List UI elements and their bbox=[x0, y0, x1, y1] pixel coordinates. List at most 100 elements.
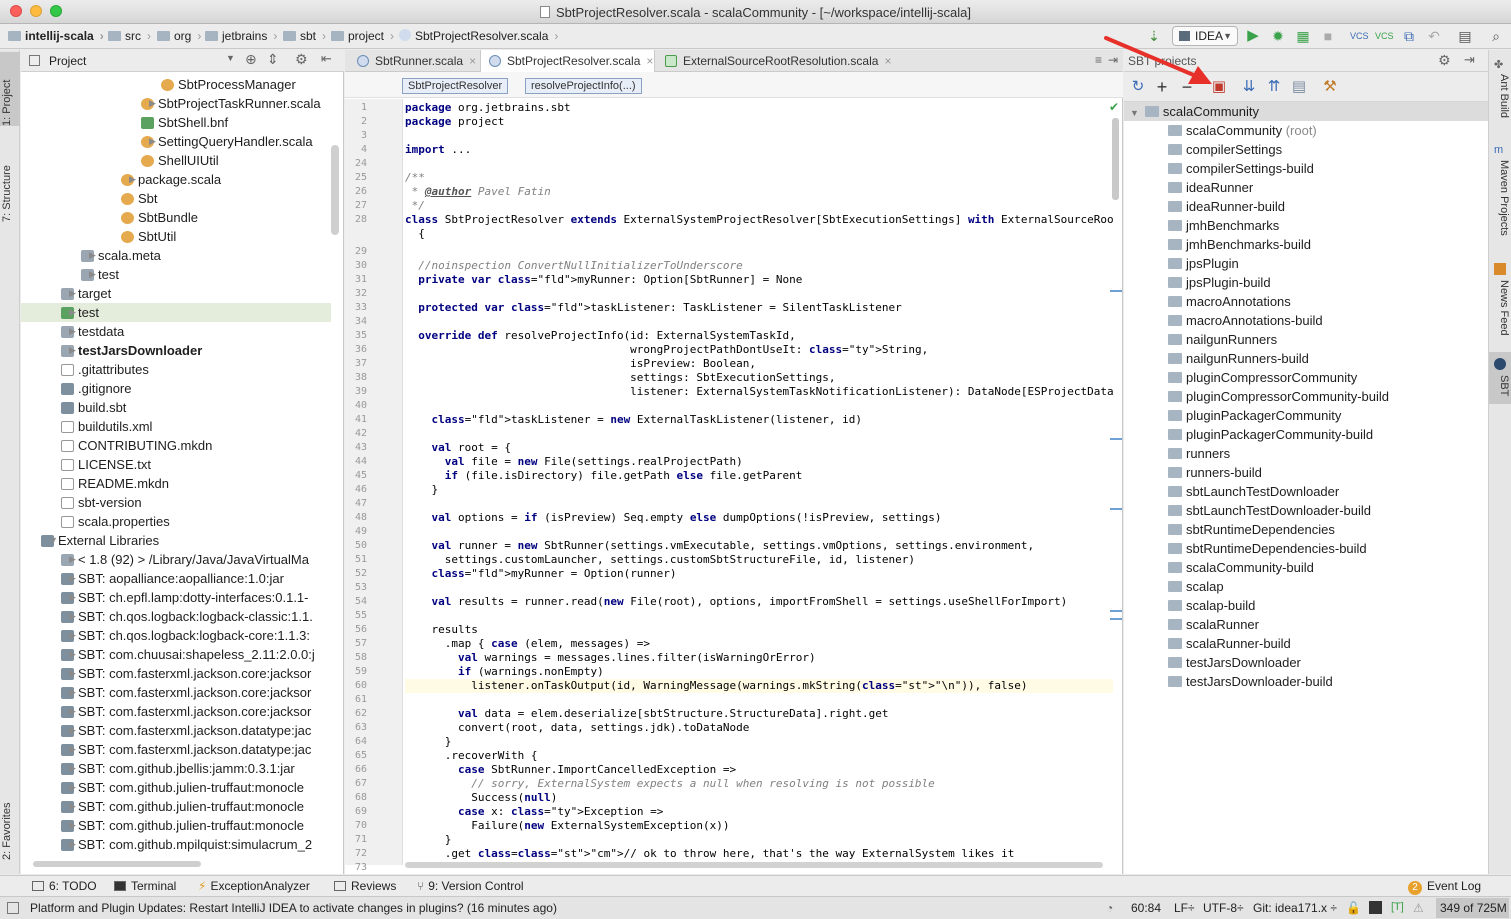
crumb-method[interactable]: resolveProjectInfo(...) bbox=[525, 78, 642, 94]
typeaware-icon[interactable]: [T] bbox=[1391, 901, 1404, 913]
editor-hscrollbar[interactable] bbox=[405, 862, 1103, 868]
project-tree-item[interactable]: SbtBundle bbox=[21, 208, 331, 227]
project-tree-item[interactable]: ▶ SBT: com.fasterxml.jackson.core:jacksor bbox=[21, 683, 331, 702]
breadcrumb-src[interactable]: src › bbox=[108, 29, 151, 43]
debug-icon[interactable]: ✹ bbox=[1269, 27, 1287, 45]
chevron-right-icon[interactable]: ▶ bbox=[69, 664, 76, 683]
tab-favorites[interactable]: 2: Favorites bbox=[1, 780, 19, 860]
sbt-project-item[interactable]: macroAnnotations bbox=[1168, 292, 1291, 311]
settings-icon[interactable]: ⚒ bbox=[1321, 78, 1339, 96]
chevron-right-icon[interactable]: ▶ bbox=[89, 246, 96, 265]
chevron-right-icon[interactable]: ▶ bbox=[69, 284, 76, 303]
sbt-project-item[interactable]: sbtLaunchTestDownloader-build bbox=[1168, 501, 1371, 520]
project-tree-scrollbar[interactable] bbox=[331, 145, 339, 235]
chevron-right-icon[interactable]: ▶ bbox=[149, 132, 156, 151]
project-tree-item[interactable]: ▶ SBT: com.fasterxml.jackson.core:jacksor bbox=[21, 702, 331, 721]
project-tree-item[interactable]: SbtShell.bnf bbox=[21, 113, 331, 132]
project-tree-item[interactable]: ▶ test bbox=[21, 265, 331, 284]
sbt-project-item[interactable]: sbtRuntimeDependencies-build bbox=[1168, 539, 1367, 558]
code-area[interactable]: package org.jetbrains.sbt package project… bbox=[405, 99, 1113, 865]
sbt-project-item[interactable]: pluginCompressorCommunity-build bbox=[1168, 387, 1389, 406]
sbt-project-item[interactable]: ideaRunner bbox=[1168, 178, 1253, 197]
tab-sbtprojectresolver[interactable]: SbtProjectResolver.scala × bbox=[480, 50, 655, 72]
project-tree-item[interactable]: Sbt bbox=[21, 189, 331, 208]
chevron-right-icon[interactable]: ▶ bbox=[69, 303, 76, 322]
tab-sbtrunner[interactable]: SbtRunner.scala × bbox=[349, 50, 479, 72]
sbt-root-node[interactable]: ▼ scalaCommunity bbox=[1130, 102, 1259, 121]
project-tree-item[interactable]: ▶ package.scala bbox=[21, 170, 331, 189]
line-separator[interactable]: LF÷ bbox=[1174, 901, 1195, 915]
vcs-commit-icon[interactable]: VCS bbox=[1375, 27, 1394, 45]
project-tree-item[interactable]: ▶ SBT: com.fasterxml.jackson.datatype:jac bbox=[21, 721, 331, 740]
file-encoding[interactable]: UTF-8÷ bbox=[1203, 901, 1244, 915]
chevron-right-icon[interactable]: ▶ bbox=[69, 816, 76, 835]
project-tree-item[interactable]: ▶ testdata bbox=[21, 322, 331, 341]
project-tree-item[interactable]: SbtUtil bbox=[21, 227, 331, 246]
chevron-right-icon[interactable]: ▶ bbox=[69, 626, 76, 645]
editor-vscrollbar[interactable] bbox=[1112, 118, 1119, 200]
chevron-right-icon[interactable]: ▶ bbox=[89, 265, 96, 284]
chevron-right-icon[interactable]: ▶ bbox=[69, 322, 76, 341]
chevron-right-icon[interactable]: ▶ bbox=[69, 550, 76, 569]
project-tree-item[interactable]: ▶ testJarsDownloader bbox=[21, 341, 331, 360]
project-tree-item[interactable]: ▶ target bbox=[21, 284, 331, 303]
project-tree-item[interactable]: CONTRIBUTING.mkdn bbox=[21, 436, 331, 455]
sbt-project-item[interactable]: pluginPackagerCommunity bbox=[1168, 406, 1341, 425]
sbt-project-item[interactable]: sbtLaunchTestDownloader bbox=[1168, 482, 1339, 501]
project-tree-item[interactable]: scala.properties bbox=[21, 512, 331, 531]
sbt-project-item[interactable]: compilerSettings bbox=[1168, 140, 1282, 159]
chevron-right-icon[interactable]: ▶ bbox=[69, 835, 76, 854]
tab-project[interactable]: 1: Project bbox=[1, 56, 19, 126]
expand-all-icon[interactable]: ⇊ bbox=[1240, 78, 1258, 96]
sbt-project-item[interactable]: scalaCommunity-build bbox=[1168, 558, 1314, 577]
chevron-right-icon[interactable]: ▶ bbox=[69, 588, 76, 607]
sbt-project-item[interactable]: testJarsDownloader-build bbox=[1168, 672, 1333, 691]
chevron-right-icon[interactable]: ▶ bbox=[69, 702, 76, 721]
chevron-right-icon[interactable]: ▶ bbox=[69, 341, 76, 360]
vcs-update-icon[interactable]: VCS bbox=[1350, 27, 1369, 45]
project-tree-item[interactable]: buildutils.xml bbox=[21, 417, 331, 436]
tab-event-log[interactable]: 2 Event Log bbox=[1408, 879, 1481, 895]
project-tree-item[interactable]: ▼ External Libraries bbox=[21, 531, 331, 550]
tab-exception-analyzer[interactable]: ⚡ ExceptionAnalyzer bbox=[198, 879, 310, 893]
project-tree-item[interactable]: ▶ SBT: ch.qos.logback:logback-core:1.1.3: bbox=[21, 626, 331, 645]
sbt-project-item[interactable]: jmhBenchmarks bbox=[1168, 216, 1279, 235]
group-modules-icon[interactable]: ▤ bbox=[1290, 78, 1308, 96]
sbt-project-item[interactable]: pluginCompressorCommunity bbox=[1168, 368, 1357, 387]
sbt-project-item[interactable]: scalap bbox=[1168, 577, 1224, 596]
sbt-project-item[interactable]: scalaCommunity (root) bbox=[1168, 121, 1317, 140]
project-tree-item[interactable]: sbt-version bbox=[21, 493, 331, 512]
chevron-right-icon[interactable]: ▶ bbox=[69, 740, 76, 759]
sbt-project-item[interactable]: pluginPackagerCommunity-build bbox=[1168, 425, 1373, 444]
coverage-icon[interactable]: ▦ bbox=[1294, 27, 1312, 45]
gear-icon[interactable]: ⚙ bbox=[295, 51, 308, 68]
tab-todo[interactable]: 6: TODO bbox=[32, 879, 97, 893]
breadcrumb-jetbrains[interactable]: jetbrains › bbox=[205, 29, 277, 43]
tab-externalsourcerootresolution[interactable]: ExternalSourceRootResolution.scala × bbox=[657, 50, 891, 72]
chevron-right-icon[interactable]: ▶ bbox=[69, 759, 76, 778]
tab-ant-build[interactable]: Ant Build bbox=[1492, 74, 1510, 144]
project-tree-item[interactable]: ▶ SBT: com.fasterxml.jackson.core:jacksor bbox=[21, 664, 331, 683]
sbt-project-item[interactable]: compilerSettings-build bbox=[1168, 159, 1314, 178]
compare-icon[interactable]: ⧉ bbox=[1400, 27, 1418, 45]
collapse-all-icon[interactable]: ⇈ bbox=[1265, 78, 1283, 96]
close-icon[interactable]: × bbox=[884, 54, 891, 68]
locate-file-icon[interactable]: ⊕ bbox=[245, 51, 257, 68]
project-tree-item[interactable]: ▶ SBT: com.fasterxml.jackson.datatype:jac bbox=[21, 740, 331, 759]
project-tree-item[interactable]: ▶ SBT: com.github.jbellis:jamm:0.3.1:jar bbox=[21, 759, 331, 778]
project-tree-item[interactable]: ▶ SettingQueryHandler.scala bbox=[21, 132, 331, 151]
tab-terminal[interactable]: Terminal bbox=[114, 879, 176, 893]
chevron-right-icon[interactable]: ▶ bbox=[149, 94, 156, 113]
project-tree-item[interactable]: ▶ SBT: com.github.mpilquist:simulacrum_2 bbox=[21, 835, 331, 854]
chevron-right-icon[interactable]: ▶ bbox=[69, 607, 76, 626]
breadcrumb-sbt[interactable]: sbt › bbox=[283, 29, 326, 43]
project-tree-item[interactable]: LICENSE.txt bbox=[21, 455, 331, 474]
chevron-right-icon[interactable]: ▶ bbox=[69, 569, 76, 588]
project-tree-item[interactable]: ▶ SBT: ch.qos.logback:logback-classic:1.1… bbox=[21, 607, 331, 626]
chevron-right-icon[interactable]: ▶ bbox=[129, 170, 136, 189]
run-icon[interactable]: ▶ bbox=[1244, 27, 1262, 45]
hide-panel-icon[interactable]: ⇥ bbox=[1464, 52, 1475, 68]
project-tree-item[interactable]: ▶ SbtProjectTaskRunner.scala bbox=[21, 94, 331, 113]
sbt-project-item[interactable]: runners bbox=[1168, 444, 1230, 463]
status-message[interactable]: Platform and Plugin Updates: Restart Int… bbox=[30, 901, 557, 915]
